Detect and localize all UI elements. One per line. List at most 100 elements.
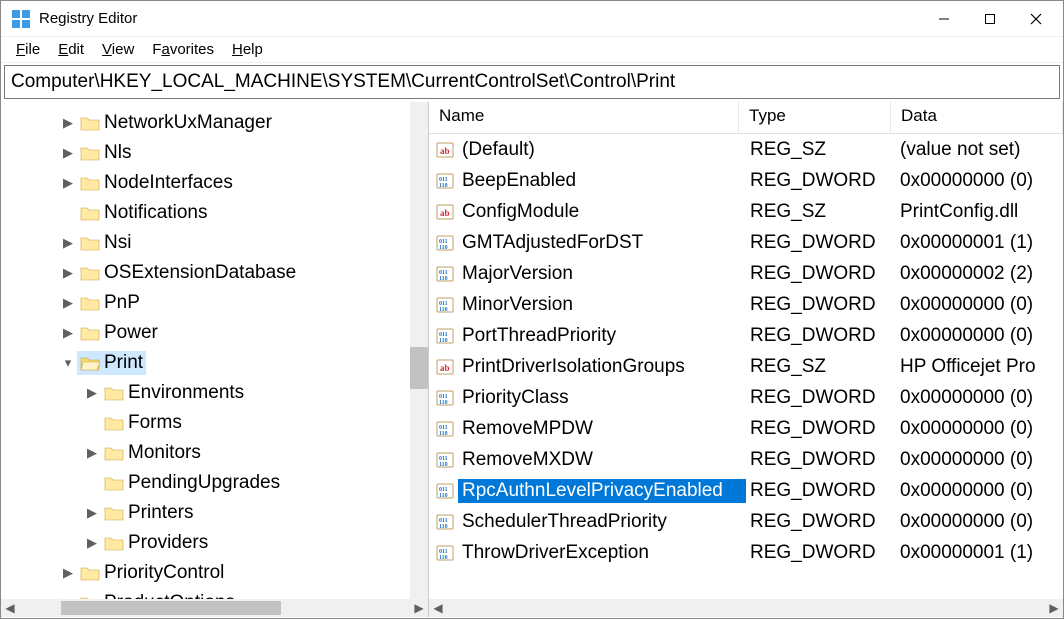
tree-item[interactable]: ▶Nls <box>1 138 428 168</box>
tree-scrollbar-vertical[interactable] <box>410 102 428 599</box>
dword-value-icon: 011110 <box>436 296 454 314</box>
value-type: REG_DWORD <box>746 324 896 348</box>
tree-item[interactable]: ▶ PnP <box>1 288 428 318</box>
tree-scrollbar-thumb-v[interactable] <box>410 347 428 389</box>
value-row[interactable]: 011110RpcAuthnLevelPrivacyEnabledREG_DWO… <box>429 475 1063 506</box>
value-type: REG_DWORD <box>746 231 896 255</box>
value-row[interactable]: abPrintDriverIsolationGroupsREG_SZHP Off… <box>429 351 1063 382</box>
folder-icon <box>80 205 100 222</box>
chevron-right-icon[interactable]: ▶ <box>59 115 77 131</box>
tree-item-label: PnP <box>104 292 140 314</box>
column-header-type[interactable]: Type <box>739 102 891 133</box>
dword-value-icon: 011110 <box>436 513 454 531</box>
registry-values-list[interactable]: ab(Default)REG_SZ(value not set)011110Be… <box>429 134 1063 568</box>
menu-edit[interactable]: Edit <box>49 39 93 60</box>
list-scrollbar-horizontal[interactable]: ◀ ▶ <box>429 599 1063 617</box>
folder-icon <box>104 475 124 492</box>
close-button[interactable] <box>1013 3 1059 35</box>
value-name: ConfigModule <box>458 200 746 224</box>
tree-item[interactable]: ▶ Monitors <box>1 438 428 468</box>
tree-item[interactable]: Forms <box>1 408 428 438</box>
tree-item[interactable]: ▶NetworkUxManager <box>1 108 428 138</box>
column-header-data[interactable]: Data <box>891 102 1063 133</box>
scroll-left-icon[interactable]: ◀ <box>1 601 19 615</box>
tree-item[interactable]: ▶ Power <box>1 318 428 348</box>
tree-item[interactable]: ▶NodeInterfaces <box>1 168 428 198</box>
dword-value-icon: 011110 <box>436 172 454 190</box>
value-row[interactable]: 011110RemoveMPDWREG_DWORD0x00000000 (0) <box>429 413 1063 444</box>
chevron-right-icon[interactable]: ▶ <box>83 385 101 401</box>
value-type: REG_DWORD <box>746 479 896 503</box>
menu-help[interactable]: Help <box>223 39 272 60</box>
chevron-right-icon[interactable]: ▶ <box>83 535 101 551</box>
value-row[interactable]: 011110ThrowDriverExceptionREG_DWORD0x000… <box>429 537 1063 568</box>
minimize-button[interactable] <box>921 3 967 35</box>
chevron-right-icon[interactable]: ▶ <box>59 145 77 161</box>
tree-item[interactable]: Notifications <box>1 198 428 228</box>
tree-item-label: Environments <box>128 382 244 404</box>
value-type: REG_SZ <box>746 138 896 162</box>
tree-item[interactable]: ▶Printers <box>1 498 428 528</box>
svg-text:110: 110 <box>439 431 448 437</box>
value-type: REG_DWORD <box>746 262 896 286</box>
tree-item[interactable]: ▶OSExtensionDatabase <box>1 258 428 288</box>
scroll-right-icon[interactable]: ▶ <box>410 601 428 615</box>
menu-file[interactable]: File <box>7 39 49 60</box>
chevron-down-icon[interactable]: ▾ <box>59 355 77 371</box>
value-name: RemoveMPDW <box>458 417 746 441</box>
chevron-right-icon[interactable]: ▶ <box>59 265 77 281</box>
chevron-right-icon[interactable]: ▶ <box>59 295 77 311</box>
value-name: RpcAuthnLevelPrivacyEnabled <box>458 479 746 503</box>
tree-item[interactable]: PendingUpgrades <box>1 468 428 498</box>
tree-item-label: Power <box>104 322 158 344</box>
value-name: SchedulerThreadPriority <box>458 510 746 534</box>
value-name: MinorVersion <box>458 293 746 317</box>
chevron-right-icon[interactable]: ▶ <box>59 175 77 191</box>
tree-item[interactable]: ▶Nsi <box>1 228 428 258</box>
maximize-button[interactable] <box>967 3 1013 35</box>
tree-scrollbar-horizontal[interactable]: ◀ ▶ <box>1 599 428 617</box>
dword-value-icon: 011110 <box>436 544 454 562</box>
chevron-right-icon[interactable]: ▶ <box>59 565 77 581</box>
tree-item-label: Monitors <box>128 442 201 464</box>
address-bar[interactable]: Computer\HKEY_LOCAL_MACHINE\SYSTEM\Curre… <box>4 65 1060 99</box>
menu-view[interactable]: View <box>93 39 143 60</box>
value-type: REG_DWORD <box>746 417 896 441</box>
menu-favorites[interactable]: Favorites <box>143 39 223 60</box>
folder-icon <box>80 175 100 192</box>
svg-text:110: 110 <box>439 524 448 530</box>
value-row[interactable]: ab(Default)REG_SZ(value not set) <box>429 134 1063 165</box>
column-header-name[interactable]: Name <box>429 102 739 133</box>
list-header: Name Type Data <box>429 102 1063 134</box>
svg-text:ab: ab <box>440 208 450 218</box>
svg-text:110: 110 <box>439 462 448 468</box>
dword-value-icon: 011110 <box>436 451 454 469</box>
registry-tree[interactable]: ▶NetworkUxManager▶Nls▶NodeInterfacesNoti… <box>1 102 428 617</box>
tree-item[interactable]: ▾Print <box>1 348 428 378</box>
chevron-right-icon[interactable]: ▶ <box>83 505 101 521</box>
svg-text:110: 110 <box>439 555 448 561</box>
chevron-right-icon[interactable]: ▶ <box>59 235 77 251</box>
value-row[interactable]: 011110BeepEnabledREG_DWORD0x00000000 (0) <box>429 165 1063 196</box>
value-name: BeepEnabled <box>458 169 746 193</box>
value-row[interactable]: 011110MajorVersionREG_DWORD0x00000002 (2… <box>429 258 1063 289</box>
tree-item[interactable]: ▶ Environments <box>1 378 428 408</box>
scroll-right-icon[interactable]: ▶ <box>1045 601 1063 615</box>
value-data: 0x00000001 (1) <box>896 231 1037 255</box>
scroll-left-icon[interactable]: ◀ <box>429 601 447 615</box>
value-row[interactable]: abConfigModuleREG_SZPrintConfig.dll <box>429 196 1063 227</box>
chevron-right-icon[interactable]: ▶ <box>83 445 101 461</box>
value-row[interactable]: 011110RemoveMXDWREG_DWORD0x00000000 (0) <box>429 444 1063 475</box>
chevron-right-icon[interactable]: ▶ <box>59 325 77 341</box>
tree-scrollbar-thumb-h[interactable] <box>61 601 281 615</box>
value-row[interactable]: 011110GMTAdjustedForDSTREG_DWORD0x000000… <box>429 227 1063 258</box>
value-row[interactable]: 011110SchedulerThreadPriorityREG_DWORD0x… <box>429 506 1063 537</box>
value-row[interactable]: 011110MinorVersionREG_DWORD0x00000000 (0… <box>429 289 1063 320</box>
value-data: 0x00000000 (0) <box>896 293 1037 317</box>
tree-item[interactable]: ▶PriorityControl <box>1 558 428 588</box>
value-row[interactable]: 011110PortThreadPriorityREG_DWORD0x00000… <box>429 320 1063 351</box>
folder-icon <box>80 565 100 582</box>
tree-item[interactable]: ▶Providers <box>1 528 428 558</box>
svg-text:110: 110 <box>439 307 448 313</box>
value-row[interactable]: 011110PriorityClassREG_DWORD0x00000000 (… <box>429 382 1063 413</box>
